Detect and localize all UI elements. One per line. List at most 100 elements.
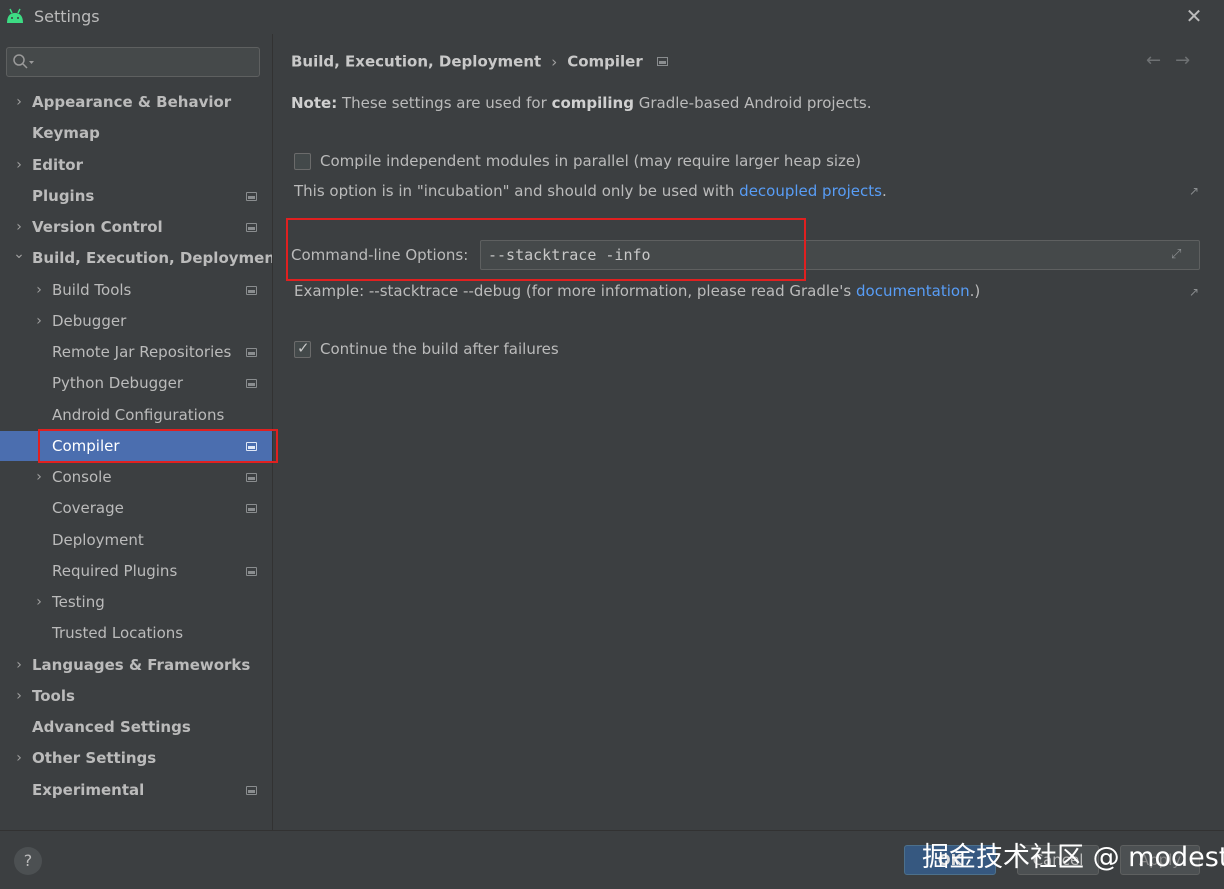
hint-end: . [881, 182, 887, 200]
watermark-caption: 掘金技术社区 @ modest [922, 842, 1224, 873]
command-line-options-input[interactable]: --stacktrace -info [480, 240, 1200, 270]
help-button[interactable]: ? [14, 847, 42, 875]
sidebar-item-label: Plugins [32, 187, 95, 205]
project-scope-icon [246, 379, 257, 388]
sidebar-item-console[interactable]: › Console [0, 462, 272, 492]
sidebar-item-plugins[interactable]: Plugins [0, 181, 272, 211]
breadcrumb: Build, Execution, Deployment › Compiler [291, 52, 668, 71]
sidebar-item-label: Console [52, 468, 112, 486]
continue-build-label[interactable]: Continue the build after failures [320, 340, 559, 358]
sidebar-item-label: Remote Jar Repositories [52, 343, 232, 361]
external-link-icon[interactable]: ↗ [1189, 184, 1199, 198]
sidebar-item-compiler[interactable]: Compiler [0, 431, 272, 461]
sidebar-item-label: Keymap [32, 124, 100, 142]
chevron-down-icon[interactable]: ⌄ [12, 239, 26, 269]
sidebar-item-label: Appearance & Behavior [32, 93, 232, 111]
project-scope-icon [246, 442, 257, 451]
sidebar-item-label: Tools [32, 687, 75, 705]
sidebar-item-build-execution-deployment[interactable]: ⌄ Build, Execution, Deployment [0, 243, 282, 273]
continue-build-checkbox[interactable] [294, 339, 311, 358]
sidebar-item-tools[interactable]: › Tools [0, 681, 272, 711]
project-scope-icon [246, 567, 257, 576]
sidebar-item-debugger[interactable]: › Debugger [0, 306, 272, 336]
chevron-right-icon[interactable]: › [32, 587, 46, 617]
sidebar-item-label: Debugger [52, 312, 127, 330]
note-emphasis: compiling [551, 94, 634, 112]
sidebar-item-label: Version Control [32, 218, 163, 236]
project-scope-icon [246, 286, 257, 295]
parallel-compile-hint: This option is in "incubation" and shoul… [294, 182, 887, 200]
project-scope-icon [246, 473, 257, 482]
note-body-end: Gradle-based Android projects. [638, 94, 872, 112]
documentation-link[interactable]: documentation [856, 282, 970, 300]
project-scope-icon [246, 223, 257, 232]
example-text: Example: --stacktrace --debug (for more … [294, 282, 852, 300]
breadcrumb-parent[interactable]: Build, Execution, Deployment [291, 53, 541, 71]
sidebar-item-languages-frameworks[interactable]: › Languages & Frameworks [0, 650, 272, 680]
chevron-right-icon[interactable]: › [12, 650, 26, 680]
chevron-right-icon[interactable]: › [12, 212, 26, 242]
project-scope-icon [656, 57, 668, 66]
parallel-compile-checkbox[interactable] [294, 153, 311, 170]
project-scope-icon [246, 786, 257, 795]
sidebar-item-label: Advanced Settings [32, 718, 191, 736]
command-line-example: Example: --stacktrace --debug (for more … [294, 282, 980, 300]
sidebar-item-keymap[interactable]: Keymap [0, 118, 272, 148]
chevron-right-icon[interactable]: › [32, 462, 46, 492]
sidebar-item-deployment[interactable]: Deployment [0, 525, 272, 555]
note-text: Note: These settings are used for compil… [291, 94, 872, 112]
sidebar-item-android-configurations[interactable]: Android Configurations [0, 400, 272, 430]
project-scope-icon [246, 348, 257, 357]
title-bar: Settings ✕ [0, 0, 1224, 34]
sidebar-item-label: Build Tools [52, 281, 132, 299]
sidebar-item-coverage[interactable]: Coverage [0, 493, 272, 523]
android-icon [7, 8, 23, 23]
sidebar-item-experimental[interactable]: Experimental [0, 775, 272, 805]
note-prefix: Note: [291, 94, 338, 112]
sidebar-item-trusted-locations[interactable]: Trusted Locations [0, 618, 272, 648]
sidebar-item-required-plugins[interactable]: Required Plugins [0, 556, 272, 586]
chevron-right-icon[interactable]: › [32, 306, 46, 336]
note-body-start: These settings are used for [341, 94, 547, 112]
search-icon [13, 54, 34, 69]
sidebar-item-version-control[interactable]: › Version Control [0, 212, 272, 242]
dialog-footer: ? OK Cancel Apply 掘金技术社区 @ modest [0, 830, 1224, 889]
external-link-icon[interactable]: ↗ [1189, 285, 1199, 299]
forward-arrow-icon[interactable]: → [1175, 50, 1204, 71]
breadcrumb-current: Compiler [567, 52, 643, 71]
project-scope-icon [246, 504, 257, 513]
navigation-arrows: ←→ [1146, 50, 1204, 71]
sidebar-item-build-tools[interactable]: › Build Tools [0, 275, 272, 305]
settings-content: Build, Execution, Deployment › Compiler ←→… [273, 34, 1224, 830]
expand-icon[interactable]: ⤢ [1171, 247, 1181, 262]
command-line-options-label: Command-line Options: [291, 246, 469, 264]
chevron-right-icon[interactable]: › [12, 150, 26, 180]
sidebar-item-appearance-behavior[interactable]: › Appearance & Behavior [0, 87, 272, 117]
settings-sidebar: › Appearance & Behavior Keymap › Editor … [0, 34, 282, 830]
chevron-right-icon[interactable]: › [12, 87, 26, 117]
chevron-right-icon[interactable]: › [32, 275, 46, 305]
window-title: Settings [34, 7, 100, 26]
sidebar-item-label: Required Plugins [52, 562, 178, 580]
sidebar-item-editor[interactable]: › Editor [0, 150, 272, 180]
close-icon[interactable]: ✕ [1183, 5, 1205, 27]
sidebar-item-label: Editor [32, 156, 83, 174]
project-scope-icon [246, 192, 257, 201]
sidebar-item-python-debugger[interactable]: Python Debugger [0, 368, 272, 398]
chevron-right-icon[interactable]: › [12, 681, 26, 711]
search-input[interactable] [6, 47, 260, 77]
sidebar-item-label: Other Settings [32, 749, 157, 767]
sidebar-item-testing[interactable]: › Testing [0, 587, 272, 617]
parallel-compile-label[interactable]: Compile independent modules in parallel … [320, 152, 861, 170]
sidebar-item-label: Android Configurations [52, 406, 225, 424]
sidebar-item-other-settings[interactable]: › Other Settings [0, 743, 272, 773]
back-arrow-icon[interactable]: ← [1146, 50, 1175, 71]
decoupled-projects-link[interactable]: decoupled projects [739, 182, 882, 200]
chevron-right-icon[interactable]: › [12, 743, 26, 773]
sidebar-item-label: Deployment [52, 531, 144, 549]
sidebar-item-remote-jar-repositories[interactable]: Remote Jar Repositories [0, 337, 272, 367]
sidebar-item-label: Trusted Locations [52, 624, 184, 642]
sidebar-item-label: Compiler [52, 437, 120, 455]
sidebar-item-advanced-settings[interactable]: Advanced Settings [0, 712, 272, 742]
sidebar-item-label: Testing [52, 593, 105, 611]
